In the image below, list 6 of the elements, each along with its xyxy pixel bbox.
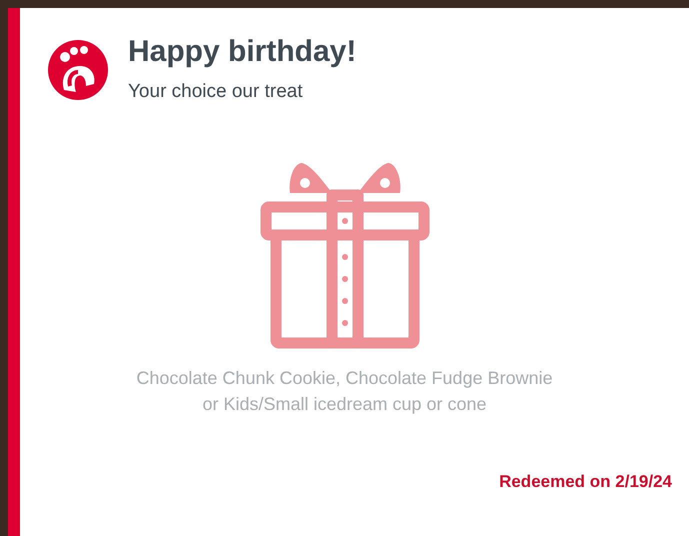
redeemed-status: Redeemed on 2/19/24 [499,470,672,492]
card-title: Happy birthday! [128,34,356,70]
logo-icon [46,38,110,102]
description-line: or Kids/Small icedream cup or cone [202,392,487,416]
description-line: Chocolate Chunk Cookie, Chocolate Fudge Brownie [136,366,553,390]
card-subtitle: Your choice our treat [128,80,304,104]
